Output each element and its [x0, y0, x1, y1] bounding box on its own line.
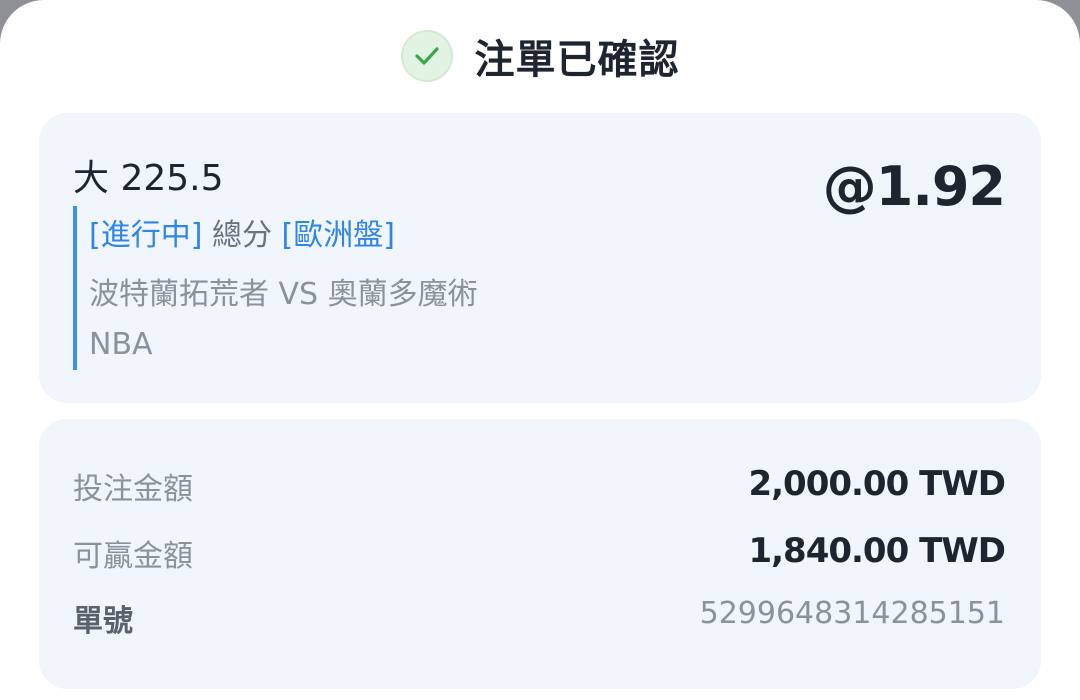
match-name: 波特蘭拓荒者 VS 奧蘭多魔術 — [89, 277, 478, 312]
stake-row: 投注金額 2,000.00 TWD — [73, 464, 1006, 508]
ticket-label: 單號 — [73, 604, 133, 639]
bet-details: [進行中] 總分 [歐洲盤] 波特蘭拓荒者 VS 奧蘭多魔術 NBA — [73, 206, 673, 370]
confirmation-header: 注單已確認 — [0, 28, 1080, 84]
market-name: 總分 — [211, 218, 272, 253]
payout-label: 可贏金額 — [73, 539, 193, 574]
ticket-row: 單號 5299648314285151 — [73, 596, 1005, 640]
bet-summary-card: 投注金額 2,000.00 TWD 可贏金額 1,840.00 TWD 單號 5… — [39, 419, 1041, 689]
bet-selection-card: 大 225.5 @1.92 [進行中] 總分 [歐洲盤] 波特蘭拓荒者 VS 奧… — [39, 113, 1041, 403]
stake-label: 投注金額 — [73, 472, 193, 507]
league-name: NBA — [89, 327, 153, 362]
payout-row: 可贏金額 1,840.00 TWD — [73, 531, 1006, 575]
status-badge: [進行中] — [89, 218, 203, 253]
odds-value: @1.92 — [822, 155, 1006, 218]
odds-format-badge: [歐洲盤] — [281, 218, 395, 253]
selection-label: 大 225.5 — [73, 158, 224, 199]
payout-value: 1,840.00 TWD — [748, 531, 1006, 571]
ticket-number[interactable]: 5299648314285151 — [700, 596, 1005, 631]
stake-value: 2,000.00 TWD — [748, 464, 1006, 504]
bet-confirmation-sheet: 注單已確認 大 225.5 @1.92 [進行中] 總分 [歐洲盤] 波特蘭拓荒… — [0, 0, 1080, 700]
page-title: 注單已確認 — [474, 37, 680, 83]
check-icon — [400, 30, 453, 82]
market-line: [進行中] 總分 [歐洲盤] — [89, 210, 395, 254]
